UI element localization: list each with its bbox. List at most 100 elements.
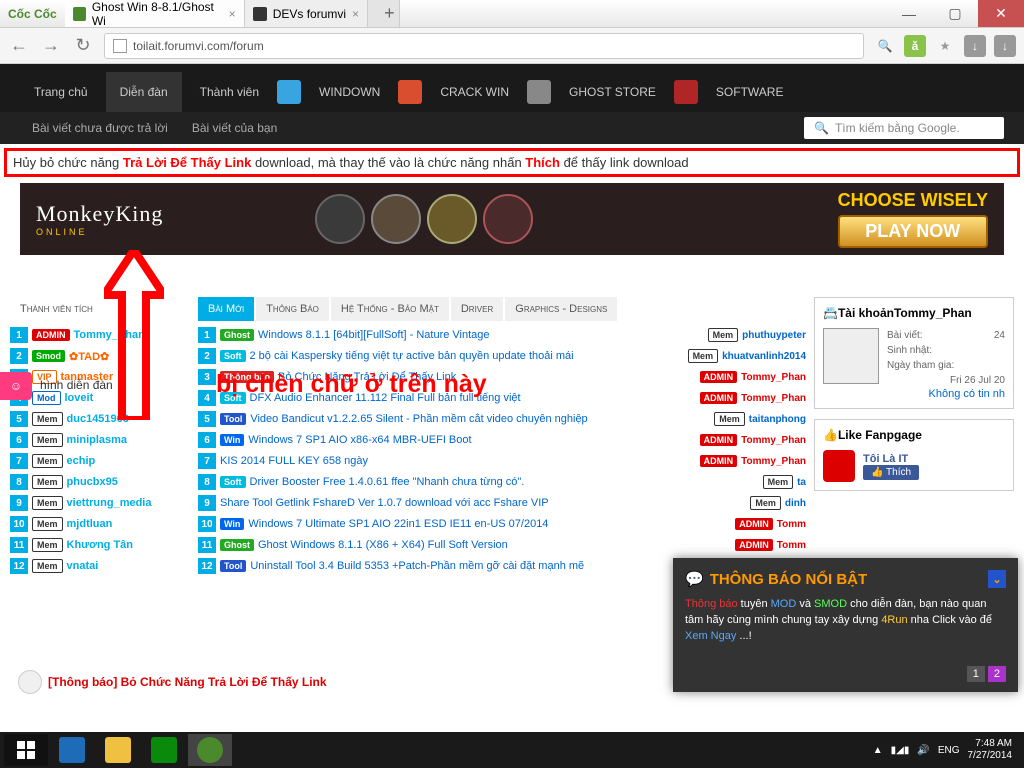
username[interactable]: miniplasma <box>67 434 128 446</box>
topic-row[interactable]: 10WinWindows 7 Ultimate SP1 AIO 22in1 ES… <box>198 514 806 534</box>
topic-row[interactable]: 9Share Tool Getlink FshareD Ver 1.0.7 do… <box>198 493 806 513</box>
reload-button[interactable]: ↻ <box>72 35 94 57</box>
member-row[interactable]: 9Memviettrung_media <box>10 493 190 513</box>
play-now-button[interactable]: PLAY NOW <box>838 215 988 248</box>
topic-title[interactable]: KIS 2014 FULL KEY 658 ngày <box>220 455 696 467</box>
taskbar-ie[interactable] <box>50 734 94 766</box>
clock[interactable]: 7:48 AM 7/27/2014 <box>968 738 1013 762</box>
topic-author[interactable]: khuatvanlinh2014 <box>722 351 806 362</box>
page-1[interactable]: 1 <box>967 666 985 682</box>
nav-windown[interactable]: WINDOWN <box>305 72 394 112</box>
member-row[interactable]: 8Memphucbx95 <box>10 472 190 492</box>
username[interactable]: mjdtluan <box>67 518 113 530</box>
member-row[interactable]: 12Memvnatai <box>10 556 190 576</box>
minimize-button[interactable]: — <box>886 0 932 27</box>
member-row[interactable]: 7Memechip <box>10 451 190 471</box>
username[interactable]: vnatai <box>67 560 99 572</box>
nav-software[interactable]: SOFTWARE <box>702 72 798 112</box>
taskbar-coccoc[interactable] <box>188 734 232 766</box>
feedback-badge[interactable]: ☺ <box>0 372 32 400</box>
role-tag: ADMIN <box>32 329 70 341</box>
tab-graphics[interactable]: Graphics - Designs <box>505 297 617 321</box>
tab-close-icon[interactable]: × <box>229 7 236 21</box>
close-button[interactable]: ✕ <box>978 0 1024 27</box>
topic-title[interactable]: Video Bandicut v1.2.2.65 Silent - Phần m… <box>250 413 710 425</box>
nav-crackwin[interactable]: CRACK WIN <box>426 72 523 112</box>
topic-author[interactable]: Tomm <box>777 540 806 551</box>
username[interactable]: Khương Tân <box>67 539 134 551</box>
topic-row[interactable]: 2Soft2 bộ cài Kaspersky tiếng việt tự ac… <box>198 346 806 366</box>
topic-title[interactable]: Windows 8.1.1 [64bit][FullSoft] - Nature… <box>258 329 704 341</box>
start-button[interactable] <box>4 734 48 766</box>
annotation-arrow <box>104 250 164 423</box>
topic-title[interactable]: Windows 7 Ultimate SP1 AIO 22in1 ESD IE1… <box>248 518 731 530</box>
username[interactable]: viettrung_media <box>67 497 152 509</box>
fb-like-button[interactable]: 👍 Thích <box>863 465 919 480</box>
member-row[interactable]: 11MemKhương Tân <box>10 535 190 555</box>
topic-author[interactable]: Tommy_Phan <box>741 372 806 383</box>
nav-unanswered[interactable]: Bài viết chưa được trả lời <box>20 121 180 135</box>
nav-yourposts[interactable]: Bài viết của bạn <box>180 121 289 135</box>
topic-author[interactable]: Tommy_Phan <box>741 435 806 446</box>
network-icon[interactable]: ▮◢▮ <box>891 745 910 756</box>
topic-title[interactable]: Driver Booster Free 1.4.0.61 ffee "Nhanh… <box>250 476 759 488</box>
topic-author[interactable]: dinh <box>785 498 806 509</box>
topic-row[interactable]: 5ToolVideo Bandicut v1.2.2.65 Silent - P… <box>198 409 806 429</box>
browser-tab-active[interactable]: Ghost Win 8-8.1/Ghost Wi × <box>65 0 245 27</box>
download2-icon[interactable]: ↓ <box>994 35 1016 57</box>
notify-collapse-button[interactable]: ⌄ <box>988 570 1006 588</box>
forward-button[interactable]: → <box>40 35 62 57</box>
topic-title[interactable]: Share Tool Getlink FshareD Ver 1.0.7 dow… <box>220 497 746 509</box>
tab-notice[interactable]: Thông Báo <box>256 297 329 321</box>
topic-row[interactable]: 11GhostGhost Windows 8.1.1 (X86 + X64) F… <box>198 535 806 555</box>
topic-title[interactable]: Ghost Windows 8.1.1 (X86 + X64) Full Sof… <box>258 539 731 551</box>
nav-home[interactable]: Trang chủ <box>20 72 102 112</box>
tab-system[interactable]: Hệ Thống - Bảo Mật <box>331 297 449 321</box>
topic-row[interactable]: 7KIS 2014 FULL KEY 658 ngàyADMINTommy_Ph… <box>198 451 806 471</box>
volume-icon[interactable]: 🔊 <box>917 745 929 756</box>
topic-row[interactable]: 1GhostWindows 8.1.1 [64bit][FullSoft] - … <box>198 325 806 345</box>
username[interactable]: loveit <box>65 392 94 404</box>
ad-banner[interactable]: MonkeyKingONLINE CHOOSE WISELYPLAY NOW <box>20 183 1004 255</box>
topic-title[interactable]: Uninstall Tool 3.4 Build 5353 +Patch-Phầ… <box>250 560 731 572</box>
topic-author[interactable]: Tommy_Phan <box>741 456 806 467</box>
page-2[interactable]: 2 <box>988 666 1006 682</box>
maximize-button[interactable]: ▢ <box>932 0 978 27</box>
topic-row[interactable]: 8SoftDriver Booster Free 1.4.0.61 ffee "… <box>198 472 806 492</box>
bookmark-icon[interactable]: ★ <box>934 35 956 57</box>
members-tab[interactable]: Thành viên tích <box>10 297 103 321</box>
tray-expand-icon[interactable]: ▲ <box>873 745 883 756</box>
topic-author[interactable]: Tomm <box>777 519 806 530</box>
nav-members[interactable]: Thành viên <box>186 72 273 112</box>
tab-new[interactable]: Bài Mới <box>198 297 254 321</box>
username[interactable]: echip <box>67 455 96 467</box>
profile-pm[interactable]: Không có tin nh <box>823 388 1005 400</box>
topic-author[interactable]: ta <box>797 477 806 488</box>
back-button[interactable]: ← <box>8 35 30 57</box>
nav-forum[interactable]: Diễn đàn <box>106 72 182 112</box>
tab-close-icon[interactable]: × <box>352 7 359 21</box>
username[interactable]: phucbx95 <box>67 476 118 488</box>
address-bar[interactable]: toilait.forumvi.com/forum <box>104 33 864 59</box>
taskbar-explorer[interactable] <box>96 734 140 766</box>
tab-driver[interactable]: Driver <box>451 297 503 321</box>
savior-icon[interactable]: ǎ <box>904 35 926 57</box>
member-row[interactable]: 10Memmjdtluan <box>10 514 190 534</box>
topic-author[interactable]: taitanphong <box>749 414 806 425</box>
topic-title[interactable]: Windows 7 SP1 AIO x86-x64 MBR-UEFI Boot <box>248 434 695 446</box>
topic-title[interactable]: 2 bộ cài Kaspersky tiếng việt tự active … <box>250 350 684 362</box>
topic-author[interactable]: phuthuypeter <box>742 330 806 341</box>
nav-ghoststore[interactable]: GHOST STORE <box>555 72 670 112</box>
bottom-announcement[interactable]: [Thông báo] Bỏ Chức Năng Trả Lời Để Thấy… <box>18 670 327 694</box>
topic-author[interactable]: Tommy_Phan <box>741 393 806 404</box>
topic-row[interactable]: 6WinWindows 7 SP1 AIO x86-x64 MBR-UEFI B… <box>198 430 806 450</box>
download-icon[interactable]: ↓ <box>964 35 986 57</box>
browser-tab[interactable]: DEVs forumvi × <box>245 0 368 27</box>
member-row[interactable]: 6Memminiplasma <box>10 430 190 450</box>
fanpage-name[interactable]: Tôi Là IT <box>863 453 919 465</box>
new-tab-button[interactable]: + <box>368 0 400 27</box>
taskbar-store[interactable] <box>142 734 186 766</box>
search-icon[interactable]: 🔍 <box>874 35 896 57</box>
language-indicator[interactable]: ENG <box>938 745 960 756</box>
google-search-input[interactable]: 🔍Tìm kiếm bằng Google. <box>804 117 1004 139</box>
